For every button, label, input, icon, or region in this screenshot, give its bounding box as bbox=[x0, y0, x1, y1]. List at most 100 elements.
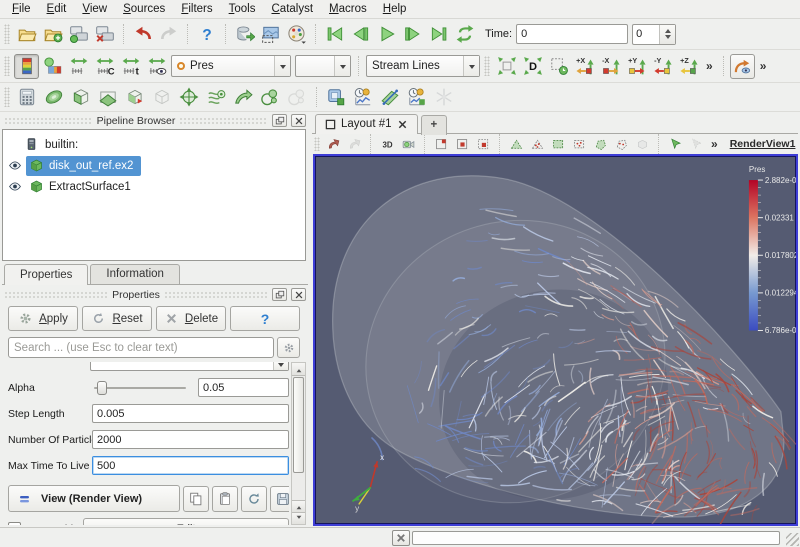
vt-zoom-box-button[interactable] bbox=[431, 135, 451, 153]
view-selector-button[interactable]: View (Render View) bbox=[8, 485, 180, 512]
abort-progress-button[interactable] bbox=[392, 530, 410, 546]
rescale-custom-button[interactable]: C bbox=[92, 54, 117, 79]
rescale-visible-button[interactable] bbox=[144, 54, 169, 79]
paste-view-properties-button[interactable] bbox=[212, 485, 238, 512]
render-view-name[interactable]: RenderView1 bbox=[722, 138, 800, 150]
pipeline-item-builtin[interactable]: builtin: bbox=[3, 134, 305, 155]
vcr-play-button[interactable] bbox=[374, 22, 399, 47]
menu-filters[interactable]: Filters bbox=[173, 1, 220, 17]
vt-sel-frustum-points-button[interactable] bbox=[569, 135, 589, 153]
axis-plus-x-button[interactable]: +X bbox=[572, 54, 597, 79]
menu-catalyst[interactable]: Catalyst bbox=[263, 1, 321, 17]
undo-button[interactable] bbox=[130, 22, 155, 47]
tab-close-icon[interactable] bbox=[397, 119, 408, 130]
reset-camera-button[interactable] bbox=[494, 54, 519, 79]
palette-button[interactable] bbox=[284, 22, 309, 47]
color-array-combo[interactable]: Pres bbox=[171, 55, 291, 77]
probe-button[interactable] bbox=[431, 85, 457, 109]
screenshot-button[interactable] bbox=[258, 22, 283, 47]
menu-view[interactable]: View bbox=[74, 1, 115, 17]
dock-close-button[interactable] bbox=[291, 288, 307, 301]
plot-over-time-button[interactable] bbox=[350, 85, 376, 109]
tab-properties[interactable]: Properties bbox=[4, 264, 89, 285]
toolbar-overflow-button[interactable]: » bbox=[702, 59, 717, 73]
vcr-next-button[interactable] bbox=[400, 22, 425, 47]
vcr-prev-button[interactable] bbox=[348, 22, 373, 47]
representation-combo[interactable]: Stream Lines bbox=[366, 55, 480, 77]
axis-minus-y-button[interactable]: -Y bbox=[650, 54, 675, 79]
pipeline-item-extract-surface[interactable]: ExtractSurface1 bbox=[3, 176, 305, 197]
frame-input[interactable] bbox=[633, 25, 660, 43]
pipeline-browser-header[interactable]: Pipeline Browser bbox=[2, 113, 308, 128]
threshold-button[interactable] bbox=[122, 85, 148, 109]
menu-help[interactable]: Help bbox=[375, 1, 415, 17]
save-data-button[interactable] bbox=[40, 22, 65, 47]
help-button[interactable]: ? bbox=[194, 22, 219, 47]
disconnect-button[interactable] bbox=[92, 22, 117, 47]
vt-sel-polygon-cells-button[interactable] bbox=[590, 135, 610, 153]
properties-scrollbar[interactable] bbox=[291, 362, 306, 525]
stream-tracer-button[interactable] bbox=[203, 85, 229, 109]
warp-button[interactable] bbox=[230, 85, 256, 109]
visibility-eye-icon[interactable] bbox=[7, 159, 24, 173]
vt-sel-frustum-cells-button[interactable] bbox=[548, 135, 568, 153]
plot-selection-time-button[interactable] bbox=[404, 85, 430, 109]
visibility-eye-icon[interactable] bbox=[7, 180, 24, 194]
delete-button[interactable]: Delete bbox=[156, 306, 226, 331]
menu-edit[interactable]: Edit bbox=[39, 1, 75, 17]
dock-close-button[interactable] bbox=[291, 114, 307, 127]
spin-up-icon[interactable] bbox=[664, 26, 671, 33]
scroll-down-button[interactable] bbox=[292, 512, 305, 524]
ungroup-button[interactable] bbox=[284, 85, 310, 109]
apply-button[interactable]: Apply bbox=[8, 306, 78, 331]
zoom-to-data-button[interactable]: D bbox=[520, 54, 545, 79]
axis-plus-y-button[interactable]: +Y bbox=[624, 54, 649, 79]
spin-down-icon[interactable] bbox=[664, 35, 671, 42]
axes-grid-edit-button[interactable]: Edit bbox=[83, 518, 289, 525]
extract-selection-button[interactable] bbox=[323, 85, 349, 109]
resize-grip[interactable] bbox=[786, 533, 799, 546]
search-input[interactable] bbox=[8, 337, 274, 358]
frame-spin-buttons[interactable] bbox=[659, 24, 676, 44]
auto-apply-button[interactable] bbox=[232, 22, 257, 47]
vt-interact-button[interactable] bbox=[323, 135, 343, 153]
axis-plus-z-button[interactable]: +Z bbox=[676, 54, 701, 79]
render-viewport[interactable]: Pres2.882e-02 0.02331 0.017802 0.012294 6.78… bbox=[313, 154, 798, 526]
vt-zoom-sel-button[interactable] bbox=[473, 135, 493, 153]
open-button[interactable] bbox=[14, 22, 39, 47]
camera-toggle-button[interactable] bbox=[729, 53, 755, 79]
edit-colormap-button[interactable] bbox=[40, 54, 65, 79]
vt-interactive-cells-button[interactable] bbox=[665, 135, 685, 153]
reset-button[interactable]: Reset bbox=[82, 306, 152, 331]
rescale-data-button[interactable] bbox=[66, 54, 91, 79]
colormap-button[interactable] bbox=[14, 53, 39, 79]
glyph-button[interactable] bbox=[176, 85, 202, 109]
vt-sel-points-button[interactable] bbox=[527, 135, 547, 153]
vcr-first-button[interactable] bbox=[322, 22, 347, 47]
max-time-to-live-input[interactable] bbox=[92, 456, 289, 475]
add-layout-tab-button[interactable]: + bbox=[420, 115, 448, 135]
dock-float-button[interactable] bbox=[272, 288, 288, 301]
menu-tools[interactable]: Tools bbox=[221, 1, 264, 17]
vcr-loop-button[interactable] bbox=[452, 22, 477, 47]
toolbar-overflow-button[interactable]: » bbox=[756, 59, 771, 73]
alpha-slider[interactable] bbox=[92, 378, 188, 397]
zoom-closest-button[interactable] bbox=[546, 54, 571, 79]
slice-button[interactable] bbox=[95, 85, 121, 109]
redo-button[interactable] bbox=[156, 22, 181, 47]
color-component-combo[interactable] bbox=[295, 55, 351, 77]
layout-tab[interactable]: Layout #1 bbox=[315, 114, 418, 134]
step-length-input[interactable] bbox=[92, 404, 289, 423]
vt-sel-block-button[interactable] bbox=[632, 135, 652, 153]
connect-button[interactable] bbox=[66, 22, 91, 47]
search-options-button[interactable] bbox=[277, 337, 300, 358]
vt-interactive-points-button[interactable] bbox=[686, 135, 706, 153]
clip-button[interactable] bbox=[68, 85, 94, 109]
plot-over-line-button[interactable] bbox=[377, 85, 403, 109]
scroll-up-button-2[interactable] bbox=[292, 500, 305, 512]
number-of-particles-input[interactable] bbox=[92, 430, 289, 449]
vt-adjust-camera-button[interactable] bbox=[398, 135, 418, 153]
slider-handle[interactable] bbox=[97, 380, 107, 395]
copy-view-properties-button[interactable] bbox=[183, 485, 209, 512]
color-legend[interactable]: Pres2.882e-02 0.02331 0.017802 0.012294 6.78… bbox=[748, 165, 796, 335]
